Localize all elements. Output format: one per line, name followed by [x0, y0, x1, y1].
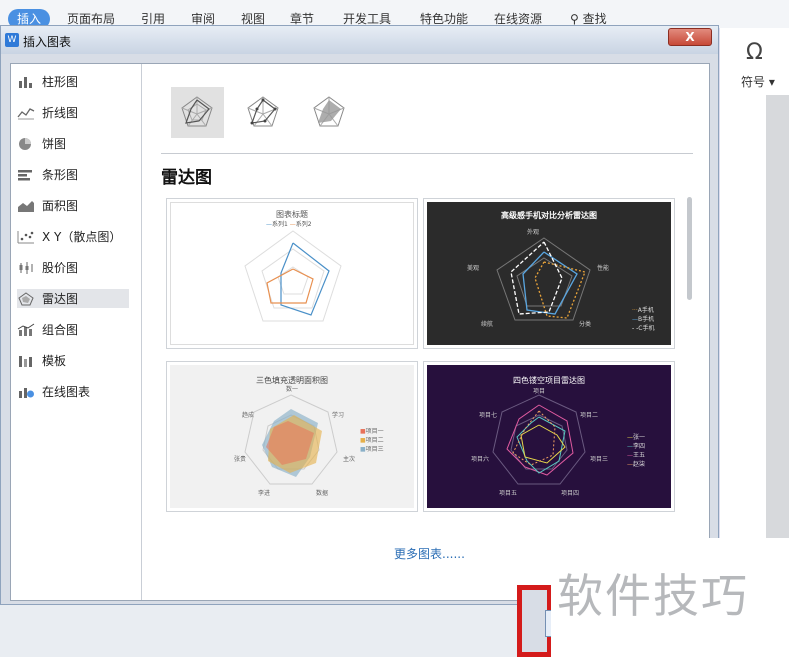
- template-scrollbar[interactable]: [687, 197, 692, 300]
- scatter-chart-icon: [17, 230, 34, 243]
- sidebar-item-label: 饼图: [42, 137, 67, 151]
- omega-icon[interactable]: Ω: [746, 40, 763, 65]
- sidebar-item-stock[interactable]: 股价图: [17, 258, 129, 277]
- sidebar-item-label: 模板: [42, 354, 67, 368]
- sidebar-item-label: 折线图: [42, 106, 79, 120]
- dialog-titlebar[interactable]: W 插入图表 X: [1, 26, 718, 54]
- template-card-four-color-hollow[interactable]: 四色镂空项目雷达图 项目 项目二 项目三 项目四 项目五 项目六 项目七 —张一…: [423, 361, 675, 512]
- line-chart-icon: [17, 107, 35, 119]
- sidebar-item-label: 条形图: [42, 168, 79, 182]
- sidebar-item-pie[interactable]: 饼图: [17, 134, 129, 153]
- column-chart-icon: [19, 76, 32, 88]
- sidebar-item-label: 股价图: [42, 261, 79, 275]
- sidebar-item-template[interactable]: 模板: [17, 351, 129, 370]
- more-charts-link[interactable]: 更多图表......: [394, 545, 465, 562]
- sidebar-item-area[interactable]: 面积图: [17, 196, 129, 215]
- close-button[interactable]: X: [668, 28, 712, 46]
- template-radar-preview: [244, 230, 342, 322]
- area-chart-icon: [18, 200, 34, 212]
- symbol-button-label[interactable]: 符号 ▾: [741, 73, 775, 90]
- section-divider: [161, 153, 693, 154]
- ribbon-tab-bar: 插入 页面布局 引用 审阅 视图 章节 开发工具 特色功能 在线资源 ⚲ 查找: [0, 0, 789, 29]
- highlight-box: [517, 585, 557, 657]
- sidebar-item-online-chart[interactable]: 在线图表: [17, 382, 129, 401]
- sidebar-item-label: 组合图: [42, 323, 79, 337]
- insert-chart-dialog: W 插入图表 X 柱形图 折线图 饼图 条形图 面积图 X Y（散点图） 股价图…: [0, 25, 719, 605]
- radar-chart-icon: [18, 291, 34, 305]
- sidebar-item-combo[interactable]: 组合图: [17, 320, 129, 339]
- bar-chart-icon: [18, 169, 32, 180]
- template-card-tricolor-area[interactable]: 三色填充透明面积图 数一 学习 主次 数据 李进 张贵 趋成 ■项目一 ■项目二…: [166, 361, 418, 512]
- template-card-basic-radar[interactable]: 图表标题 —系列1 —系列2: [166, 198, 418, 349]
- sidebar-item-scatter[interactable]: X Y（散点图）: [17, 227, 129, 246]
- sidebar-item-label: 雷达图: [42, 292, 79, 306]
- online-chart-icon: [19, 387, 34, 398]
- sidebar-item-label: 在线图表: [42, 385, 91, 399]
- stock-chart-icon: [19, 261, 33, 274]
- search-label: 查找: [582, 12, 607, 26]
- sidebar-item-label: X Y（散点图）: [42, 230, 122, 244]
- sidebar-item-label: 面积图: [42, 199, 79, 213]
- radar-variant-markers[interactable]: [237, 87, 290, 138]
- sidebar-item-label: 柱形图: [42, 75, 79, 89]
- sidebar-item-column[interactable]: 柱形图: [17, 72, 129, 91]
- radar-variant-filled[interactable]: [303, 87, 356, 138]
- template-radar-preview: [492, 394, 586, 485]
- section-title: 雷达图: [161, 168, 212, 188]
- chart-type-sidebar: 柱形图 折线图 饼图 条形图 面积图 X Y（散点图） 股价图 雷达图 组合图 …: [11, 64, 142, 600]
- dialog-body: 柱形图 折线图 饼图 条形图 面积图 X Y（散点图） 股价图 雷达图 组合图 …: [10, 63, 710, 601]
- template-card-phone-comparison[interactable]: 高级感手机对比分析雷达图 外观 性能 分类 续航 美观 ···A手机 —B手机 …: [423, 198, 675, 349]
- sidebar-item-bar[interactable]: 条形图: [17, 165, 129, 184]
- document-gray-margin: [766, 95, 789, 540]
- watermark-text: 软件技巧: [557, 569, 749, 623]
- sidebar-item-line[interactable]: 折线图: [17, 103, 129, 122]
- template-radar-preview: [244, 394, 338, 485]
- template-radar-preview: [496, 237, 591, 321]
- wps-app-icon: W: [5, 33, 19, 47]
- combo-chart-icon: [17, 323, 35, 336]
- template-icon: [19, 355, 32, 367]
- dialog-title: 插入图表: [23, 35, 72, 49]
- radar-variant-basic[interactable]: [171, 87, 224, 138]
- search-icon: ⚲: [570, 12, 579, 26]
- pie-chart-icon: [19, 137, 31, 150]
- sidebar-item-radar[interactable]: 雷达图: [17, 289, 129, 308]
